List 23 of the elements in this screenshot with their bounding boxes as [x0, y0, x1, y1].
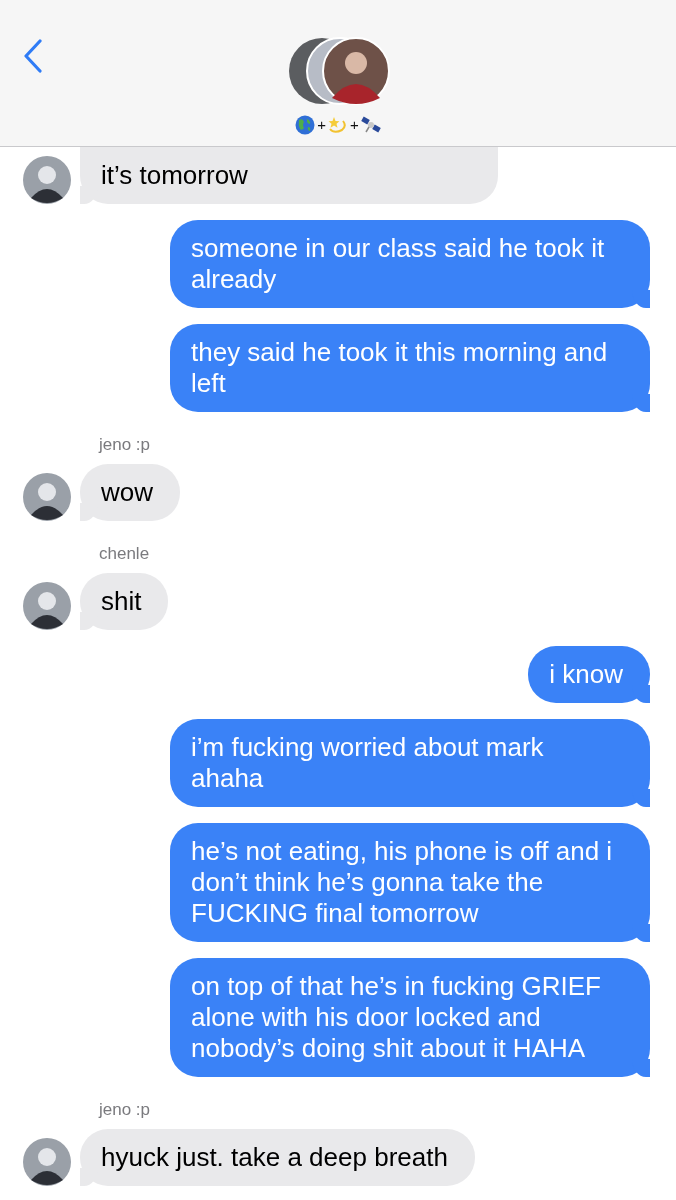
satellite-icon	[360, 115, 381, 135]
plus-sign: +	[317, 115, 326, 135]
received-message-bubble: shit	[80, 573, 169, 630]
sent-message-bubble: someone in our class said he took it already	[170, 220, 650, 308]
sender-name: jeno :p	[97, 1099, 152, 1121]
received-message-bubble: wow	[80, 464, 180, 521]
sender-name: chenle	[98, 543, 151, 565]
received-message-bubble: hyuck just. take a deep breath	[80, 1129, 475, 1186]
avatar-icon	[23, 156, 71, 204]
plus-sign: +	[350, 115, 359, 135]
avatar-icon	[23, 1138, 71, 1186]
sender-name: jeno :p	[97, 434, 152, 456]
group-avatars-icon[interactable]	[288, 36, 392, 106]
back-icon[interactable]	[23, 39, 43, 73]
sent-message-bubble: he’s not eating, his phone is off and i don’t think he’s gonna take the FUCKING final tomorrow	[170, 823, 650, 942]
dizzy-star-icon	[328, 115, 348, 135]
sent-message-bubble: i know	[528, 646, 650, 703]
sent-message-bubble: they said he took it this morning and left	[170, 324, 650, 412]
globe-icon	[295, 115, 316, 135]
sent-message-bubble: on top of that he’s in fucking GRIEF alone with his door locked and nobody’s doing shit about it HAHA	[170, 958, 650, 1077]
avatar-icon	[23, 582, 71, 630]
sent-message-bubble: i’m fucking worried about mark ahaha	[170, 719, 650, 807]
avatar-icon	[23, 473, 71, 521]
